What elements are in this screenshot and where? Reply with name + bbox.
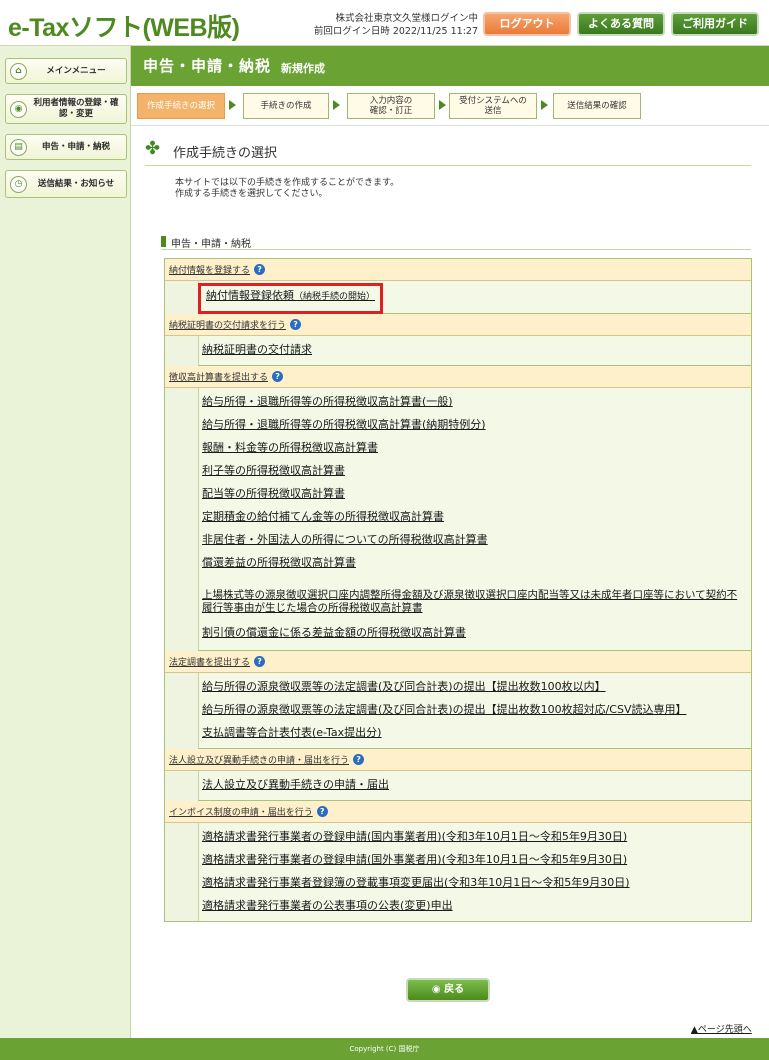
group-header-withholding-report: 徴収高計算書を提出する ? [165, 366, 751, 388]
intro-line: 本サイトでは以下の手続きを作成することができます。 [175, 178, 400, 188]
guide-button[interactable]: ご利用ガイド [671, 12, 759, 36]
footer: Copyright (C) 国税庁 [0, 1038, 769, 1060]
logout-button[interactable]: ログアウト [483, 12, 571, 36]
group-label: インボイス制度の申請・届出を行う [169, 808, 313, 818]
sidebar-item-user-info[interactable]: ◉ 利用者情報の登録・確認・変更 [5, 94, 127, 124]
section-heading: ✤ 作成手続きの選択 [145, 140, 751, 166]
procedure-link[interactable]: 給与所得・退職所得等の所得税徴収高計算書(納期特例分) [202, 414, 751, 437]
intro-text: 本サイトでは以下の手続きを作成することができます。 作成する手続きを選択してくだ… [175, 178, 399, 200]
step-arrow-icon [333, 100, 340, 110]
step-arrow-icon [229, 100, 236, 110]
section-title: 作成手続きの選択 [173, 146, 278, 161]
group-label: 納付情報を登録する [169, 266, 251, 276]
group-body: 法人設立及び異動手続きの申請・届出 [198, 771, 751, 801]
procedure-link[interactable]: 適格請求書発行事業者の公表事項の公表(変更)申出 [202, 895, 751, 918]
group-header-tax-certificate: 納税証明書の交付請求を行う ? [165, 314, 751, 336]
group-label: 法人設立及び異動手続きの申請・届出を行う [169, 756, 350, 766]
sidebar-item-filing[interactable]: ▤ 申告・申請・納税 [5, 134, 127, 160]
clover-icon: ✤ [145, 138, 161, 159]
page-subtitle: 新規作成 [281, 62, 325, 75]
help-icon[interactable]: ? [353, 754, 365, 765]
procedure-link[interactable]: 給与所得の源泉徴収票等の法定調書(及び同合計表)の提出【提出枚数100枚以内】 [202, 676, 751, 699]
page-title: 申告・申請・納税 [143, 57, 272, 75]
procedure-link[interactable]: 法人設立及び異動手続きの申請・届出 [202, 774, 751, 797]
procedure-link[interactable]: 適格請求書発行事業者登録簿の登載事項変更届出(令和3年10月1日～令和5年9月3… [202, 872, 751, 895]
procedure-link[interactable]: 支払調書等合計表付表(e-Tax提出分) [202, 722, 751, 745]
step-confirm-input: 入力内容の 確認・訂正 [347, 93, 435, 119]
step-arrow-icon [541, 100, 548, 110]
sidebar-item-label: メインメニュー [46, 65, 106, 76]
group-header-invoice: インボイス制度の申請・届出を行う ? [165, 801, 751, 823]
procedure-note: （納税手続の開始） [294, 292, 376, 302]
page-top-link[interactable]: ▲ページ先頭へ [691, 1022, 752, 1035]
help-icon[interactable]: ? [272, 371, 284, 382]
back-button-label: 戻る [444, 984, 465, 995]
procedure-table: 納付情報を登録する ? 納付情報登録依頼（納税手続の開始） 納税証明書の交付請求… [164, 258, 752, 922]
procedure-link[interactable]: 割引債の償還金に係る差益金額の所得税徴収高計算書 [202, 619, 751, 647]
procedure-link[interactable]: 定期積金の給付補てん金等の所得税徴収高計算書 [202, 506, 751, 529]
category-label: 申告・申請・納税 [171, 239, 251, 250]
procedure-link[interactable]: 償還差益の所得税徴収高計算書 [202, 552, 751, 575]
group-body: 給与所得・退職所得等の所得税徴収高計算書(一般) 給与所得・退職所得等の所得税徴… [198, 388, 751, 651]
sidebar: ⌂ メインメニュー ◉ 利用者情報の登録・確認・変更 ▤ 申告・申請・納税 ◷ … [0, 46, 131, 1038]
sidebar-item-label: 申告・申請・納税 [41, 141, 110, 152]
step-indicator: 作成手続きの選択 手続きの作成 入力内容の 確認・訂正 受付システムへの 送信 … [131, 86, 769, 126]
help-icon[interactable]: ? [316, 806, 328, 817]
procedure-link[interactable]: 納税証明書の交付請求 [202, 339, 751, 362]
help-icon[interactable]: ? [254, 264, 266, 275]
category-marker [161, 236, 166, 247]
document-icon: ▤ [10, 138, 27, 156]
sidebar-item-main-menu[interactable]: ⌂ メインメニュー [5, 58, 127, 84]
clock-icon: ◷ [10, 175, 27, 193]
group-label: 納税証明書の交付請求を行う [169, 321, 287, 331]
step-create-procedure: 手続きの作成 [243, 93, 329, 119]
procedure-link[interactable]: 適格請求書発行事業者の登録申請(国外事業者用)(令和3年10月1日～令和5年9月… [202, 849, 751, 872]
procedure-link[interactable]: 給与所得の源泉徴収票等の法定調書(及び同合計表)の提出【提出枚数100枚超対応/… [202, 699, 751, 722]
sidebar-item-label: 利用者情報の登録・確認・変更 [33, 98, 119, 119]
procedure-link[interactable]: 上場株式等の源泉徴収選択口座内調整所得金額及び源泉徴収選択口座内配当等又は未成年… [202, 575, 751, 615]
sidebar-item-results[interactable]: ◷ 送信結果・お知らせ [5, 170, 127, 198]
home-icon: ⌂ [10, 62, 27, 80]
group-header-legal-records: 法定調書を提出する ? [165, 651, 751, 673]
login-status: 株式会社東京文久堂様ログイン中 [335, 13, 478, 24]
procedure-link[interactable]: 給与所得・退職所得等の所得税徴収高計算書(一般) [202, 391, 751, 414]
user-icon: ◉ [10, 100, 27, 118]
intro-line: 作成する手続きを選択してください。 [175, 189, 328, 199]
header: e-Taxソフト(WEB版) 株式会社東京文久堂様ログイン中 前回ログイン日時 … [0, 0, 769, 46]
procedure-link-payment-registration[interactable]: 納付情報登録依頼（納税手続の開始） [197, 283, 384, 314]
step-select-procedure: 作成手続きの選択 [137, 93, 225, 119]
sidebar-item-label: 送信結果・お知らせ [37, 178, 115, 189]
last-login-time: 前回ログイン日時 2022/11/25 11:27 [313, 26, 478, 37]
group-body: 納税証明書の交付請求 [198, 336, 751, 366]
procedure-link[interactable]: 非居住者・外国法人の所得についての所得税徴収高計算書 [202, 529, 751, 552]
back-button[interactable]: ◉ 戻る [406, 978, 490, 1002]
main-content: ✤ 作成手続きの選択 本サイトでは以下の手続きを作成することができます。 作成す… [131, 126, 769, 1038]
group-body: 納付情報登録依頼（納税手続の開始） [197, 281, 751, 314]
procedure-link[interactable]: 配当等の所得税徴収高計算書 [202, 483, 751, 506]
group-label: 法定調書を提出する [169, 658, 251, 668]
help-icon[interactable]: ? [290, 319, 302, 330]
faq-button[interactable]: よくある質問 [577, 12, 665, 36]
login-info: 株式会社東京文久堂様ログイン中 前回ログイン日時 2022/11/25 11:2… [290, 12, 478, 38]
category-heading: 申告・申請・納税 [161, 234, 751, 250]
group-body: 適格請求書発行事業者の登録申請(国内事業者用)(令和3年10月1日～令和5年9月… [198, 823, 751, 921]
step-arrow-icon [439, 100, 446, 110]
group-header-payment-info: 納付情報を登録する ? [165, 259, 751, 281]
group-header-corporate-filing: 法人設立及び異動手続きの申請・届出を行う ? [165, 749, 751, 771]
procedure-link[interactable]: 適格請求書発行事業者の登録申請(国内事業者用)(令和3年10月1日～令和5年9月… [202, 826, 751, 849]
group-label: 徴収高計算書を提出する [169, 373, 269, 383]
step-check-result: 送信結果の確認 [553, 93, 641, 119]
group-body: 給与所得の源泉徴収票等の法定調書(及び同合計表)の提出【提出枚数100枚以内】 … [198, 673, 751, 749]
title-bar: 申告・申請・納税 新規作成 [131, 46, 769, 86]
procedure-link[interactable]: 報酬・料金等の所得税徴収高計算書 [202, 437, 751, 460]
app-logo: e-Taxソフト(WEB版) [8, 14, 240, 42]
procedure-link[interactable]: 利子等の所得税徴収高計算書 [202, 460, 751, 483]
step-send: 受付システムへの 送信 [449, 93, 537, 119]
help-icon[interactable]: ? [254, 656, 266, 667]
